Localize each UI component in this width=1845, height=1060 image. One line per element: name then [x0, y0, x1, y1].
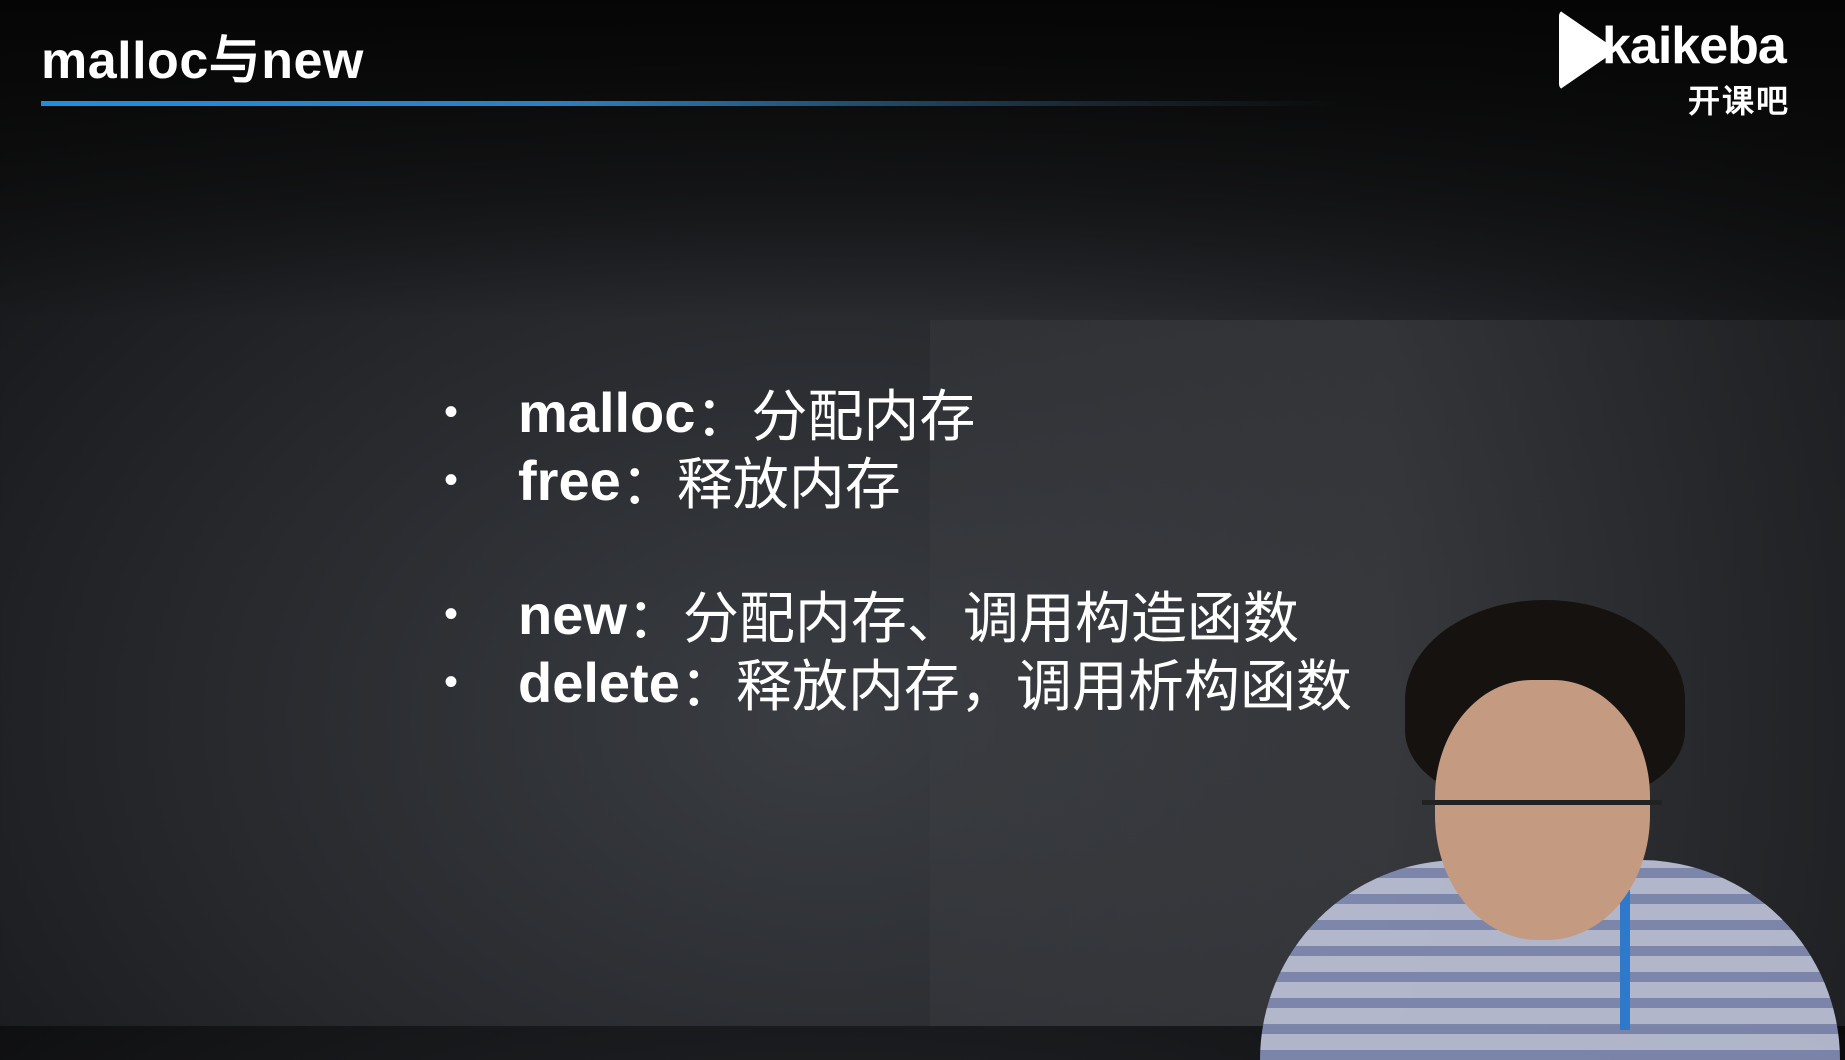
- bullet-dot: •: [444, 457, 459, 502]
- presenter-lanyard: [1620, 890, 1630, 1030]
- bullet-item: • delete ：释放内存，调用析构函数: [444, 648, 1352, 718]
- slide-title: malloc与new: [41, 32, 364, 90]
- presenter-glasses: [1422, 800, 1662, 850]
- bullet-term: malloc: [518, 380, 696, 444]
- bullet-term: new: [518, 582, 627, 646]
- bullet-dot: •: [444, 389, 459, 434]
- bullet-desc: ：释放内存，调用析构函数: [679, 654, 1352, 718]
- bullet-dot: •: [444, 591, 459, 636]
- bullet-item: • malloc ：分配内存: [444, 378, 1352, 448]
- bullet-list: • malloc ：分配内存 • free ：释放内存 • new ：分配内存、调用构造函数…: [444, 378, 1352, 718]
- logo-word: kaikeba: [1602, 17, 1787, 75]
- bullet-item: • new ：分配内存、调用构造函数: [444, 580, 1352, 650]
- bullet-item: • free ：释放内存: [444, 446, 1352, 516]
- bullet-desc: ：释放内存: [620, 452, 901, 516]
- kaikeba-logo: kaikeba 开课吧: [1556, 8, 1816, 119]
- bullet-term: delete: [518, 650, 680, 714]
- bullet-term: free: [518, 448, 621, 512]
- logo-cn: 开课吧: [1688, 83, 1791, 119]
- title-underline: [41, 101, 1341, 106]
- bullet-dot: •: [444, 659, 459, 704]
